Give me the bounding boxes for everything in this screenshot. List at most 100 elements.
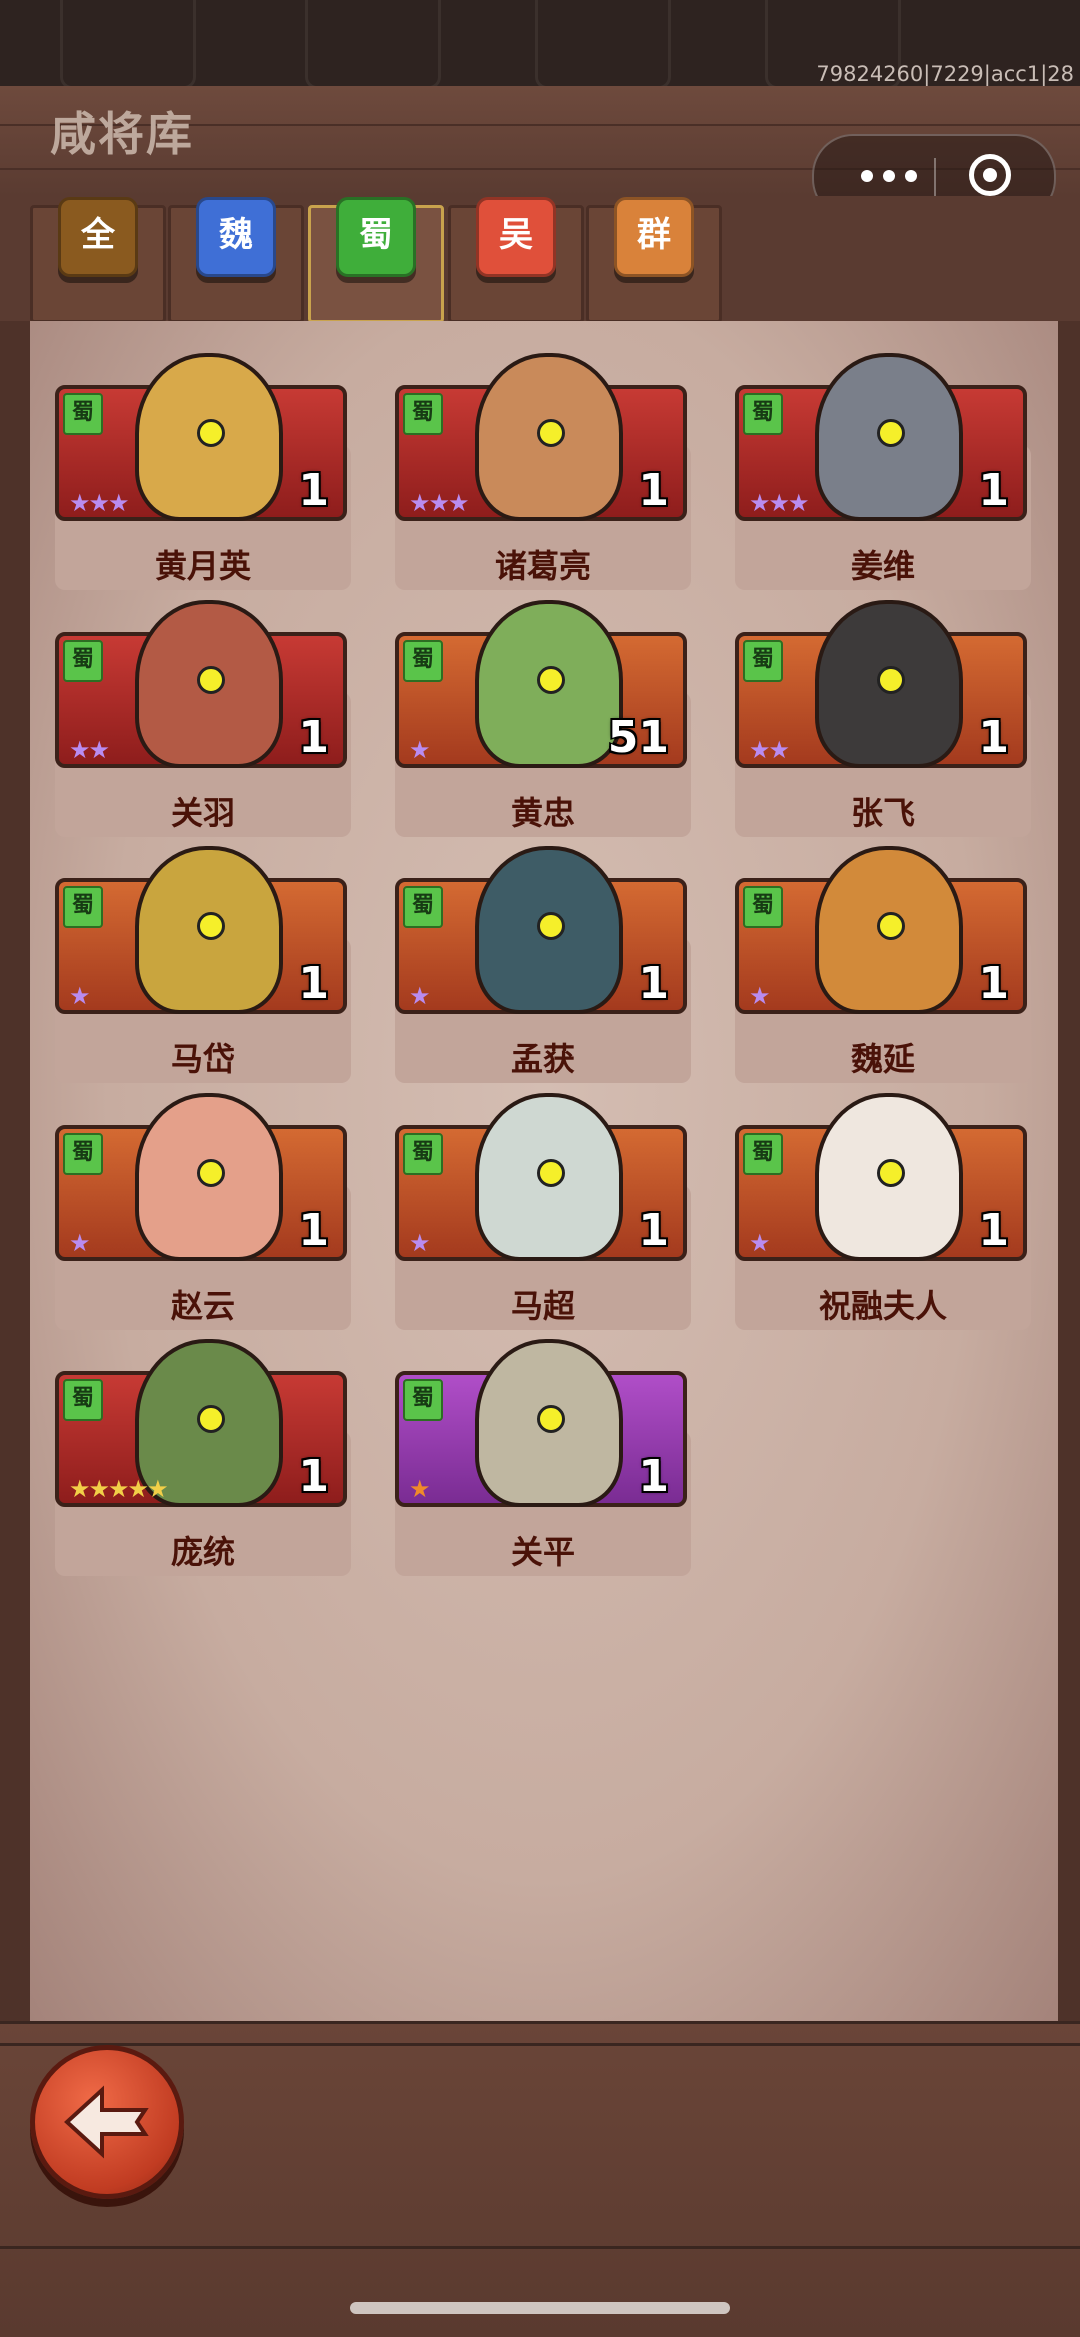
hero-card[interactable]: 蜀 ★★★★★ 1 庞统 [55, 1331, 351, 1576]
back-button[interactable] [30, 2045, 184, 2199]
hero-portrait [135, 1093, 283, 1261]
portrait-eye [537, 666, 565, 694]
star-rating: ★ [69, 1229, 90, 1257]
hero-portrait [475, 353, 623, 521]
star-rating: ★ [69, 982, 90, 1010]
portrait-eye [197, 1405, 225, 1433]
portrait-eye [877, 912, 905, 940]
hero-name: 赵云 [170, 1287, 235, 1325]
page-title: 咸将库 [50, 107, 194, 161]
portrait-eye [537, 419, 565, 447]
hero-card[interactable]: 蜀 ★ 1 赵云 [55, 1085, 351, 1330]
hero-level: 51 [607, 712, 669, 763]
hero-card[interactable]: 蜀 ★ 1 关平 [395, 1331, 691, 1576]
hero-level: 1 [638, 465, 669, 516]
hero-card[interactable]: 蜀 ★ 51 黄忠 [395, 592, 691, 837]
hero-name: 关羽 [170, 794, 235, 832]
hero-name: 张飞 [850, 794, 915, 832]
frame-left [0, 321, 30, 2021]
hero-card[interactable]: 蜀 ★ 1 马超 [395, 1085, 691, 1330]
faction-badge: 蜀 [403, 1133, 443, 1175]
hero-portrait [475, 1093, 623, 1261]
hero-card[interactable]: 蜀 ★★★ 1 姜维 [735, 345, 1031, 590]
star-rating: ★★★ [749, 489, 810, 517]
star-rating: ★ [409, 736, 430, 764]
hero-name: 黄忠 [510, 794, 575, 832]
target-icon[interactable] [969, 154, 1011, 196]
star-rating: ★ [749, 1229, 770, 1257]
hero-level: 1 [298, 1451, 329, 1502]
tab-2[interactable]: 蜀 [336, 197, 416, 277]
hero-portrait [475, 600, 623, 768]
more-dots-icon[interactable] [849, 156, 929, 196]
hero-card[interactable]: 蜀 ★ 1 孟获 [395, 838, 691, 1083]
hero-card[interactable]: 蜀 ★★ 1 张飞 [735, 592, 1031, 837]
hero-name: 姜维 [850, 547, 915, 585]
hero-card[interactable]: 蜀 ★ 1 马岱 [55, 838, 351, 1083]
hero-name: 祝融夫人 [818, 1287, 947, 1325]
faction-badge: 蜀 [63, 886, 103, 928]
hero-level: 1 [638, 1205, 669, 1256]
hero-card[interactable]: 蜀 ★★★ 1 诸葛亮 [395, 345, 691, 590]
portrait-eye [537, 1405, 565, 1433]
hero-portrait [815, 600, 963, 768]
faction-badge: 蜀 [743, 1133, 783, 1175]
tab-4[interactable]: 群 [614, 197, 694, 277]
faction-badge: 蜀 [403, 393, 443, 435]
hero-name: 马超 [510, 1287, 575, 1325]
debug-text: 79824260|7229|acc1|28 [816, 62, 1074, 86]
faction-badge: 蜀 [63, 640, 103, 682]
tab-0[interactable]: 全 [58, 197, 138, 277]
faction-badge: 蜀 [403, 886, 443, 928]
hero-level: 1 [978, 465, 1009, 516]
hero-name: 孟获 [510, 1040, 575, 1078]
star-rating: ★★★★★ [69, 1475, 169, 1503]
hero-portrait [135, 600, 283, 768]
hero-name: 诸葛亮 [494, 547, 591, 585]
star-rating: ★ [409, 1475, 430, 1503]
hero-card[interactable]: 蜀 ★ 1 魏延 [735, 838, 1031, 1083]
hero-name: 庞统 [170, 1533, 235, 1571]
hero-level: 1 [638, 1451, 669, 1502]
faction-badge: 蜀 [403, 640, 443, 682]
hero-portrait [135, 353, 283, 521]
portrait-eye [197, 419, 225, 447]
hero-portrait [475, 1339, 623, 1507]
faction-badge: 蜀 [63, 393, 103, 435]
faction-badge: 蜀 [743, 886, 783, 928]
portrait-eye [877, 666, 905, 694]
hero-portrait [815, 1093, 963, 1261]
status-tile [60, 0, 196, 89]
hero-name: 关平 [510, 1533, 575, 1571]
hero-level: 1 [298, 1205, 329, 1256]
plank-line [0, 2043, 1080, 2046]
hero-level: 1 [638, 958, 669, 1009]
hero-name: 马岱 [170, 1040, 235, 1078]
tab-3[interactable]: 吴 [476, 197, 556, 277]
portrait-eye [537, 912, 565, 940]
star-rating: ★ [749, 982, 770, 1010]
hero-card[interactable]: 蜀 ★★ 1 关羽 [55, 592, 351, 837]
plank-line [0, 2246, 1080, 2249]
hero-name: 魏延 [850, 1040, 915, 1078]
hero-portrait [815, 846, 963, 1014]
faction-badge: 蜀 [403, 1379, 443, 1421]
portrait-eye [877, 1159, 905, 1187]
portrait-eye [197, 666, 225, 694]
portrait-eye [537, 1159, 565, 1187]
portrait-eye [877, 419, 905, 447]
home-indicator[interactable] [350, 2302, 730, 2314]
portrait-eye [197, 912, 225, 940]
hero-portrait [135, 846, 283, 1014]
star-rating: ★ [409, 1229, 430, 1257]
portrait-eye [197, 1159, 225, 1187]
faction-badge: 蜀 [63, 1379, 103, 1421]
star-rating: ★★ [69, 736, 110, 764]
tab-1[interactable]: 魏 [196, 197, 276, 277]
hero-card[interactable]: 蜀 ★★★ 1 黄月英 [55, 345, 351, 590]
hero-card[interactable]: 蜀 ★ 1 祝融夫人 [735, 1085, 1031, 1330]
star-rating: ★★ [749, 736, 790, 764]
faction-badge: 蜀 [743, 393, 783, 435]
hero-level: 1 [978, 958, 1009, 1009]
hero-level: 1 [298, 712, 329, 763]
